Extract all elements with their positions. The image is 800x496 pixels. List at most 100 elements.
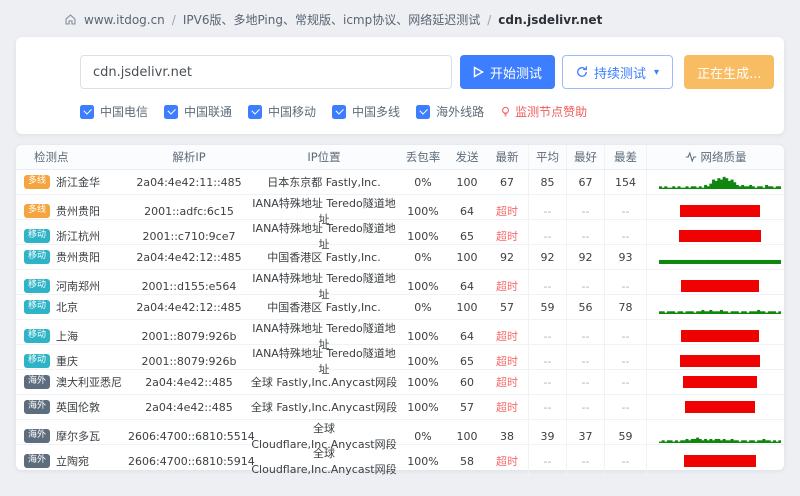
node-name: 英国伦敦 <box>56 401 101 414</box>
latest-latency: 92 <box>500 250 514 264</box>
ip-location: IANA特殊地址 Teredo隧道地址 <box>252 272 396 301</box>
node-cell: 海外 英国伦敦 <box>16 399 128 415</box>
best-latency: 56 <box>566 295 604 319</box>
node-name: 贵州贵阳 <box>56 251 101 264</box>
column-header: 网络质量 <box>646 145 784 169</box>
timeout-bar <box>685 401 755 413</box>
checkbox-checked-icon <box>80 104 94 119</box>
line-checkbox-0[interactable]: 中国电信 <box>80 103 148 120</box>
best-latency: -- <box>566 370 604 394</box>
worst-latency: -- <box>604 395 646 419</box>
latest-latency: 超时 <box>496 230 518 243</box>
worst-latency: 78 <box>604 295 646 319</box>
column-header: 解析IP <box>172 150 206 164</box>
line-checkbox-1[interactable]: 中国联通 <box>164 103 232 120</box>
latency-sparkline <box>659 176 781 189</box>
checkbox-checked-icon <box>248 104 263 119</box>
node-name: 河南郑州 <box>56 280 101 293</box>
node-name: 浙江杭州 <box>56 230 101 243</box>
loss-rate: 100% <box>407 229 439 243</box>
network-quality-cell <box>646 295 784 319</box>
column-header: 最差 <box>604 145 646 169</box>
isp-badge: 海外 <box>24 400 51 414</box>
network-quality-cell <box>646 170 784 194</box>
sent-count: 100 <box>456 300 478 314</box>
table-row: 多线 贵州贵阳 2001::adfc:6c15 IANA特殊地址 Teredo隧道地址… <box>16 195 784 227</box>
node-cell: 海外 澳大利亚悉尼 <box>16 374 128 390</box>
ip-location: IANA特殊地址 Teredo隧道地址 <box>252 347 396 376</box>
node-cell: 移动 上海 <box>16 328 128 344</box>
resolved-ip: 2001::8079:926b <box>141 354 237 368</box>
worst-latency: 154 <box>604 170 646 194</box>
loss-rate: 100% <box>407 375 439 389</box>
line-checkbox-3[interactable]: 中国多线 <box>332 103 400 120</box>
node-cell: 多线 贵州贵阳 <box>16 203 128 219</box>
continuous-test-button[interactable]: 持续测试 ▾ <box>562 55 674 89</box>
node-cell: 海外 摩尔多瓦 <box>16 428 128 444</box>
checkbox-label: 中国多线 <box>352 105 401 119</box>
sent-count: 100 <box>456 429 478 443</box>
best-latency: -- <box>566 395 604 419</box>
breadcrumb-site[interactable]: www.itdog.cn <box>84 13 165 27</box>
sent-count: 100 <box>456 175 478 189</box>
timeout-bar <box>679 230 761 242</box>
network-quality-cell <box>646 395 784 419</box>
isp-badge: 移动 <box>24 250 51 264</box>
sponsor-link[interactable]: 监测节点赞助 <box>500 103 587 120</box>
breadcrumb-separator: / <box>171 12 176 27</box>
sent-count: 65 <box>460 229 474 243</box>
table-row: 海外 英国伦敦 2a04:4e42::485 全球 Fastly,Inc.Anycas… <box>16 395 784 420</box>
resolved-ip: 2001::8079:926b <box>141 329 237 343</box>
line-checkbox-4[interactable]: 海外线路 <box>416 103 484 120</box>
table-header: 检测点 解析IP IP位置 丢包率 发送 最新 平均 最好 最差 网络质量 <box>16 145 784 170</box>
node-name: 重庆 <box>56 355 79 368</box>
network-quality-cell <box>646 445 784 477</box>
sent-count: 65 <box>460 354 474 368</box>
node-cell: 移动 浙江杭州 <box>16 228 128 244</box>
loss-rate: 100% <box>407 454 439 468</box>
checkbox-label: 海外线路 <box>436 105 485 119</box>
resolved-ip: 2a04:4e42:11::485 <box>136 175 242 189</box>
refresh-icon <box>577 66 587 77</box>
checkbox-label: 中国联通 <box>184 105 233 119</box>
line-checkbox-2[interactable]: 中国移动 <box>248 103 316 120</box>
column-header: IP位置 <box>307 150 341 164</box>
latest-latency: 超时 <box>496 376 518 389</box>
isp-badge: 海外 <box>24 454 51 468</box>
sent-count: 58 <box>460 454 474 468</box>
isp-badge: 移动 <box>24 300 51 314</box>
node-cell: 海外 立陶宛 <box>16 453 128 469</box>
latency-sparkline <box>659 437 781 443</box>
play-icon <box>473 66 484 78</box>
latest-latency: 67 <box>500 175 514 189</box>
column-header: 丢包率 <box>405 150 441 164</box>
start-test-button[interactable]: 开始测试 <box>460 55 556 89</box>
loss-rate: 0% <box>414 300 432 314</box>
loss-rate: 100% <box>407 354 439 368</box>
checkbox-checked-icon <box>416 104 431 119</box>
latest-latency: 38 <box>500 429 514 443</box>
table-row: 移动 上海 2001::8079:926b IANA特殊地址 Teredo隧道地址 10… <box>16 320 784 352</box>
node-name: 浙江金华 <box>56 176 101 189</box>
avg-latency: -- <box>528 395 566 419</box>
resolved-ip: 2606:4700::6810:5514 <box>128 429 255 443</box>
isp-badge: 多线 <box>24 175 51 189</box>
column-header: 检测点 <box>34 150 69 164</box>
generating-button: 正在生成... <box>684 55 775 89</box>
sent-count: 64 <box>460 329 474 343</box>
breadcrumb-path[interactable]: IPV6版、多地Ping、常规版、icmp协议、网络延迟测试 <box>183 11 480 28</box>
node-name: 北京 <box>56 301 79 314</box>
isp-badge: 移动 <box>24 279 51 293</box>
avg-latency: 59 <box>528 295 566 319</box>
latency-sparkline <box>659 259 781 264</box>
worst-latency: 93 <box>604 245 646 269</box>
node-name: 澳大利亚悉尼 <box>56 376 123 389</box>
home-icon <box>65 14 76 25</box>
latest-latency: 超时 <box>496 355 518 368</box>
network-quality-cell <box>646 370 784 394</box>
breadcrumb-separator: / <box>487 12 492 27</box>
isp-badge: 移动 <box>24 229 51 243</box>
resolved-ip: 2a04:4e42:12::485 <box>136 300 242 314</box>
avg-latency: -- <box>528 370 566 394</box>
host-input[interactable] <box>80 55 452 89</box>
